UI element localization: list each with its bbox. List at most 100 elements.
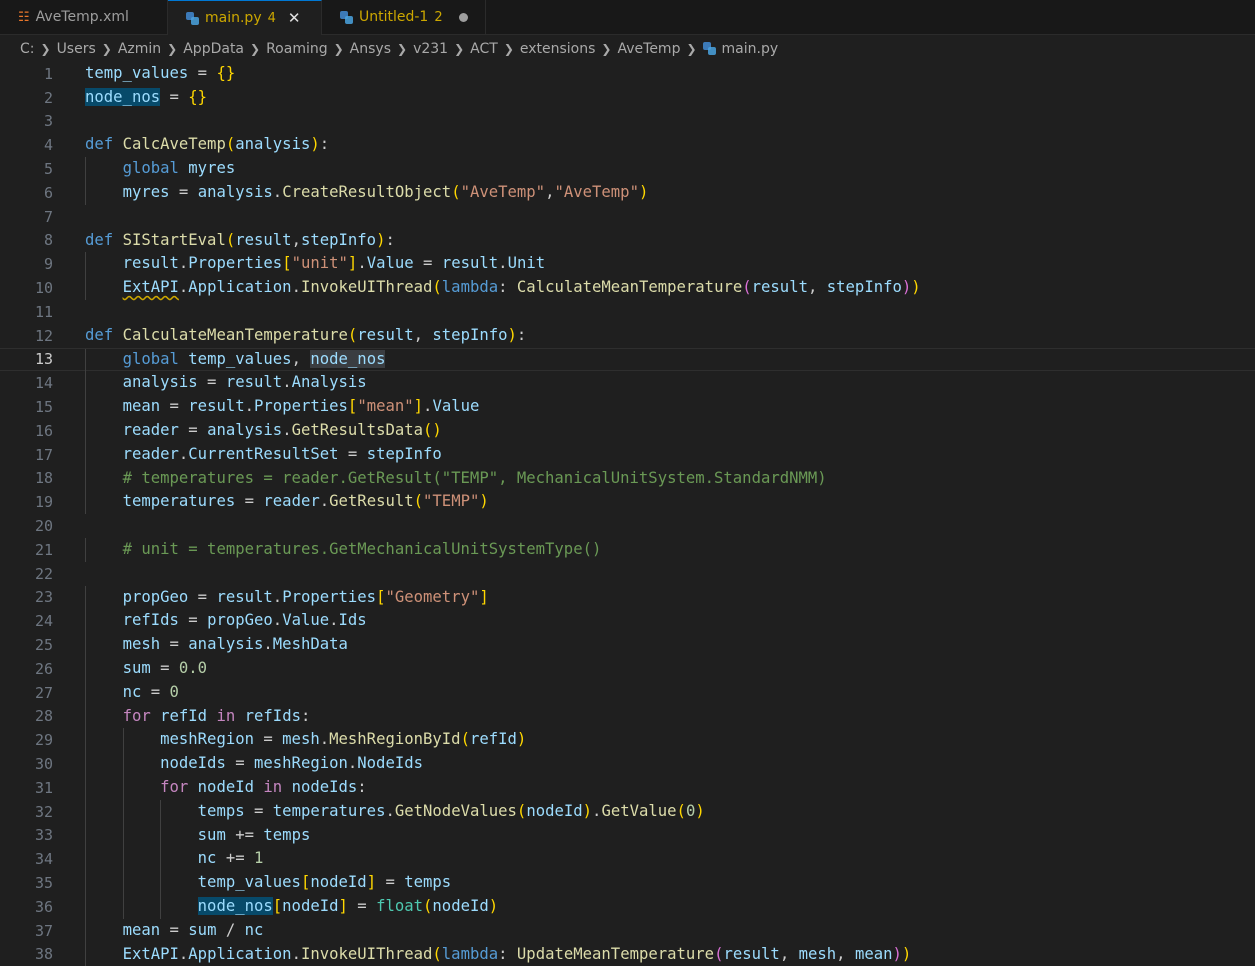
close-icon[interactable]: ✕ <box>288 9 301 27</box>
code-line[interactable]: 2 node_nos = {} <box>0 86 1255 110</box>
code-line[interactable]: 1 temp_values = {} <box>0 62 1255 86</box>
code-line[interactable]: 31 for nodeId in nodeIds: <box>0 776 1255 800</box>
code-text: ExtAPI.Application.InvokeUIThread(lambda… <box>122 944 912 963</box>
code-line[interactable]: 19 temperatures = reader.GetResult("TEMP… <box>0 490 1255 515</box>
code-line[interactable]: 11 <box>0 300 1255 324</box>
code-line[interactable]: 21 # unit = temperatures.GetMechanicalUn… <box>0 538 1255 562</box>
code-line[interactable]: 28 for refId in refIds: <box>0 704 1255 729</box>
code-line[interactable]: 15 mean = result.Properties["mean"].Valu… <box>0 395 1255 419</box>
breadcrumb-item[interactable]: Users <box>57 41 96 57</box>
code-text: temps = temperatures.GetNodeValues(nodeI… <box>197 801 705 820</box>
line-number: 22 <box>34 564 53 583</box>
line-number: 25 <box>34 636 53 655</box>
line-number: 31 <box>34 778 53 797</box>
code-line[interactable]: 37 mean = sum / nc <box>0 918 1255 943</box>
python-icon <box>702 42 716 55</box>
code-text: sum += temps <box>197 825 311 844</box>
code-line[interactable]: 33 sum += temps <box>0 823 1255 848</box>
code-line[interactable]: 25 mesh = analysis.MeshData <box>0 633 1255 657</box>
code-line[interactable]: 13 global temp_values, node_nos <box>0 347 1255 373</box>
line-number: 27 <box>34 683 53 702</box>
chevron-right-icon: ❯ <box>250 41 261 56</box>
code-text: def CalcAveTemp(analysis): <box>85 135 330 154</box>
code-text: for refId in refIds: <box>122 706 311 725</box>
code-line[interactable]: 9 result.Properties["unit"].Value = resu… <box>0 252 1255 277</box>
breadcrumb-item[interactable]: Ansys <box>350 41 391 57</box>
python-icon <box>340 10 353 24</box>
code-text: nc += 1 <box>197 849 264 868</box>
code-line[interactable]: 5 global myres <box>0 157 1255 181</box>
code-line[interactable]: 7 <box>0 205 1255 229</box>
code-line[interactable]: 3 <box>0 110 1255 134</box>
chevron-right-icon: ❯ <box>601 41 612 56</box>
line-number: 20 <box>34 517 53 536</box>
code-text: # unit = temperatures.GetMechanicalUnitS… <box>122 540 602 558</box>
code-text: def SIStartEval(result,stepInfo): <box>85 230 395 249</box>
code-line[interactable]: 6 myres = analysis.CreateResultObject("A… <box>0 181 1255 205</box>
line-number: 23 <box>34 588 53 607</box>
code-text: def CalculateMeanTemperature(result, ste… <box>85 325 527 344</box>
breadcrumb-item[interactable]: AveTemp <box>617 41 680 57</box>
unsaved-dot-icon[interactable] <box>458 12 468 22</box>
code-text: reader.CurrentResultSet = stepInfo <box>122 444 442 463</box>
code-line[interactable]: 8 def SIStartEval(result,stepInfo): <box>0 229 1255 253</box>
breadcrumb-item[interactable]: C: <box>20 41 35 57</box>
line-number: 12 <box>34 326 53 345</box>
breadcrumb-file-label: main.py <box>721 40 779 57</box>
breadcrumb-item[interactable]: v231 <box>413 41 448 57</box>
tab-main-py[interactable]: main.py 4 ✕ <box>168 0 322 35</box>
code-text: # temperatures = reader.GetResult("TEMP"… <box>122 468 827 487</box>
line-number: 30 <box>34 755 53 774</box>
code-text: global temp_values, node_nos <box>122 349 386 368</box>
code-text: meshRegion = mesh.MeshRegionById(refId) <box>160 730 527 749</box>
code-line[interactable]: 30 nodeIds = meshRegion.NodeIds <box>0 752 1255 776</box>
tab-untitled-1[interactable]: Untitled-1 2 <box>322 0 486 34</box>
code-line[interactable]: 4 def CalcAveTemp(analysis): <box>0 133 1255 157</box>
line-number: 2 <box>43 88 53 107</box>
code-line[interactable]: 20 <box>0 514 1255 538</box>
line-number: 7 <box>43 207 53 226</box>
breadcrumb-item[interactable]: main.py <box>702 40 779 57</box>
line-number: 18 <box>34 469 53 488</box>
code-text: refIds = propGeo.Value.Ids <box>122 611 367 630</box>
code-line[interactable]: 14 analysis = result.Analysis <box>0 371 1255 396</box>
tab-label: main.py <box>205 10 262 26</box>
code-line[interactable]: 10 ExtAPI.Application.InvokeUIThread(lam… <box>0 276 1255 300</box>
code-line[interactable]: 32 temps = temperatures.GetNodeValues(no… <box>0 799 1255 824</box>
code-line[interactable]: 23 propGeo = result.Properties["Geometry… <box>0 585 1255 610</box>
code-editor[interactable]: 1 temp_values = {} 2 node_nos = {} 3 4 def Cal… <box>0 62 1255 966</box>
code-line[interactable]: 12 def CalculateMeanTemperature(result, s… <box>0 324 1255 348</box>
problem-count-badge: 2 <box>434 9 443 25</box>
line-number: 16 <box>34 421 53 440</box>
chevron-right-icon: ❯ <box>167 41 178 56</box>
code-line[interactable]: 36 node_nos[nodeId] = float(nodeId) <box>0 895 1255 919</box>
code-line[interactable]: 24 refIds = propGeo.Value.Ids <box>0 609 1255 634</box>
breadcrumb: C: ❯ Users ❯ Azmin ❯ AppData ❯ Roaming ❯ Ansys ❯ v23… <box>0 35 1255 62</box>
breadcrumb-item[interactable]: extensions <box>520 41 596 57</box>
code-text: for nodeId in nodeIds: <box>160 778 367 796</box>
code-line[interactable]: 29 meshRegion = mesh.MeshRegionById(refI… <box>0 728 1255 753</box>
rss-icon: ☷ <box>18 9 30 25</box>
code-line[interactable]: 27 nc = 0 <box>0 680 1255 705</box>
tab-avetemp-xml[interactable]: ☷ AveTemp.xml <box>0 0 168 34</box>
code-line[interactable]: 26 sum = 0.0 <box>0 657 1255 681</box>
code-line[interactable]: 22 <box>0 562 1255 586</box>
line-number: 5 <box>43 160 53 179</box>
code-text: global myres <box>122 159 236 178</box>
code-line[interactable]: 18 # temperatures = reader.GetResult("TE… <box>0 466 1255 491</box>
code-line[interactable]: 38 ExtAPI.Application.InvokeUIThread(lam… <box>0 942 1255 966</box>
code-line[interactable]: 17 reader.CurrentResultSet = stepInfo <box>0 442 1255 467</box>
breadcrumb-item[interactable]: AppData <box>183 41 244 57</box>
line-number: 38 <box>34 945 53 964</box>
breadcrumb-item[interactable]: Azmin <box>118 41 161 57</box>
code-line[interactable]: 34 nc += 1 <box>0 847 1255 872</box>
line-number: 3 <box>43 112 53 131</box>
breadcrumb-item[interactable]: Roaming <box>266 41 328 57</box>
code-line[interactable]: 16 reader = analysis.GetResultsData() <box>0 419 1255 443</box>
chevron-right-icon: ❯ <box>454 41 465 56</box>
line-number: 24 <box>34 612 53 631</box>
code-line[interactable]: 35 temp_values[nodeId] = temps <box>0 871 1255 895</box>
problem-count-badge: 4 <box>267 10 276 26</box>
breadcrumb-item[interactable]: ACT <box>470 41 498 57</box>
tab-label: AveTemp.xml <box>35 9 129 25</box>
